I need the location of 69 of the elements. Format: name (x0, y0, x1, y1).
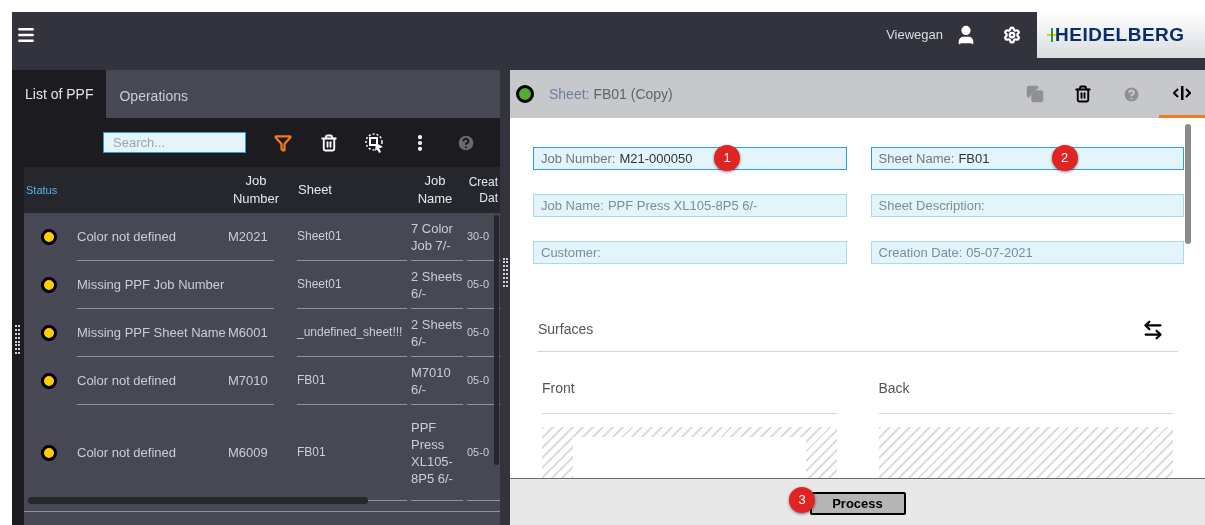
field-label: Creation Date: (878, 243, 963, 262)
annotation-marker: 2 (1051, 145, 1078, 171)
select-icon[interactable] (364, 131, 386, 154)
field-value: PPF Press XL105-8P5 6/- (607, 196, 758, 215)
table-cell-text: M7010 6/- (411, 363, 452, 398)
split-view-icon (1173, 85, 1191, 100)
field-label: Sheet Description: (878, 196, 985, 215)
section-title: Surfaces (538, 320, 594, 339)
column-header[interactable]: Status (24, 181, 228, 199)
field-value: M21-000050 (619, 149, 693, 168)
vertical-scrollbar[interactable] (1185, 124, 1191, 244)
table-cell: Color not defined (77, 372, 176, 389)
form-field[interactable]: Sheet Name: FB01 2 (870, 147, 1184, 170)
menu-icon[interactable] (16, 25, 36, 45)
form-field[interactable]: Job Number: M21-000050 1 (533, 147, 847, 170)
swap-icon[interactable] (1142, 318, 1164, 341)
splitter-handle[interactable] (15, 325, 20, 355)
panel-tab[interactable]: Operations (106, 70, 201, 118)
table-cell: _undefined_sheet!!! (297, 324, 403, 341)
table-cell-text: 05-0 (467, 373, 490, 388)
table-cell: Missing PPF Job Number (77, 276, 225, 293)
table-cell: M2021 (228, 228, 268, 245)
search-field[interactable]: Search... (103, 132, 246, 153)
field-label: Job Number: (541, 149, 616, 168)
annotation-marker: 1 (714, 145, 740, 171)
table-cell-text: 30-0 (467, 229, 490, 244)
delete-icon[interactable] (320, 133, 338, 152)
table-cell: Missing PPF Sheet Name (77, 324, 226, 341)
help-icon[interactable] (456, 132, 476, 153)
table-cell: Color not defined (77, 444, 176, 461)
table-cell: M6009 (228, 444, 268, 461)
field-value: 05-07-2021 (966, 243, 1033, 262)
field-value: FB01 (958, 149, 990, 168)
table-cell: Sheet01 (297, 228, 342, 245)
logo: HEIDELBERG (1037, 12, 1205, 58)
column-header[interactable]: Sheet (297, 181, 411, 199)
process-button[interactable]: Process (809, 492, 906, 515)
table-cell: FB01 (297, 372, 326, 389)
table-cell: Color not defined (77, 228, 176, 245)
surface-label: Front (542, 379, 575, 398)
annotation-marker: 3 (789, 487, 815, 513)
column-header[interactable]: Job Number (228, 172, 284, 208)
table-cell: M7010 (228, 372, 268, 389)
table-cell: 2 Sheets 6/- (411, 267, 463, 302)
table-cell-text: PPF Press XL105-8P5 6/- (411, 418, 454, 487)
field-label: Customer: (541, 243, 601, 262)
table-cell: FB01 (297, 444, 326, 461)
field-label: Job Name: (541, 196, 604, 215)
delete-icon[interactable] (1074, 85, 1092, 103)
table-cell-text: 7 Color Job 7/- (411, 219, 454, 254)
panel-tab[interactable]: List of PPF (12, 70, 107, 118)
column-header[interactable]: Creat Dat (467, 174, 498, 206)
table-cell-text: 05-0 (467, 325, 490, 340)
table-cell: M6001 (228, 324, 268, 341)
table-cell-text: 05-0 (467, 277, 490, 292)
filter-icon[interactable] (274, 133, 292, 152)
sheet-title: Sheet: FB01 (Copy) (549, 84, 673, 104)
user-name: Viewegan (886, 26, 943, 45)
settings-icon[interactable] (1003, 26, 1021, 44)
splitter-handle[interactable] (502, 257, 508, 288)
table-cell-text: 05-0 (467, 445, 490, 460)
horizontal-scrollbar[interactable] (28, 497, 368, 504)
vertical-scrollbar[interactable] (494, 215, 499, 465)
logo-cross-icon (1047, 28, 1057, 42)
column-header[interactable]: Job Name (411, 172, 459, 208)
surface-label: Back (878, 379, 910, 398)
table-cell: 2 Sheets 6/- (411, 315, 463, 350)
table-cell: Sheet01 (297, 276, 342, 293)
field-label: Sheet Name: (878, 149, 955, 168)
